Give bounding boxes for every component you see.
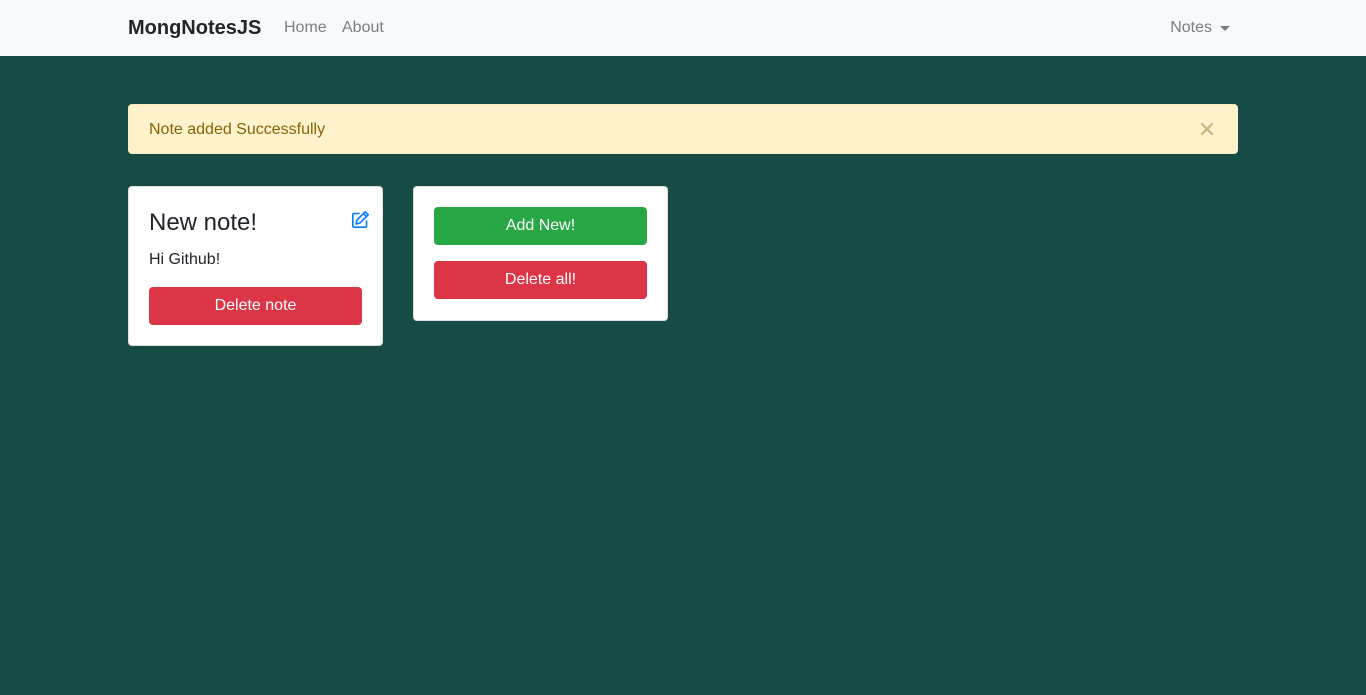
navbar: MongNotesJS Home About Notes (0, 0, 1366, 56)
success-alert: Note added Successfully (128, 104, 1238, 154)
delete-all-button[interactable]: Delete all! (434, 261, 647, 299)
nav-link-home[interactable]: Home (284, 18, 327, 38)
brand-logo[interactable]: MongNotesJS (128, 16, 261, 40)
notes-dropdown-toggle[interactable]: Notes (1170, 18, 1230, 38)
note-card: New note! Hi Github! Delete note (128, 186, 383, 346)
alert-message: Note added Successfully (149, 121, 326, 138)
nav-link-about[interactable]: About (342, 18, 384, 38)
caret-down-icon (1220, 25, 1230, 31)
close-icon[interactable] (1199, 118, 1215, 138)
actions-card: Add New! Delete all! (413, 186, 668, 321)
notes-dropdown-label: Notes (1170, 19, 1212, 36)
note-body: Hi Github! (149, 251, 221, 268)
delete-note-button[interactable]: Delete note (149, 287, 362, 325)
add-new-button[interactable]: Add New! (434, 207, 647, 245)
note-title: New note! (149, 209, 258, 236)
edit-icon[interactable] (351, 210, 370, 229)
